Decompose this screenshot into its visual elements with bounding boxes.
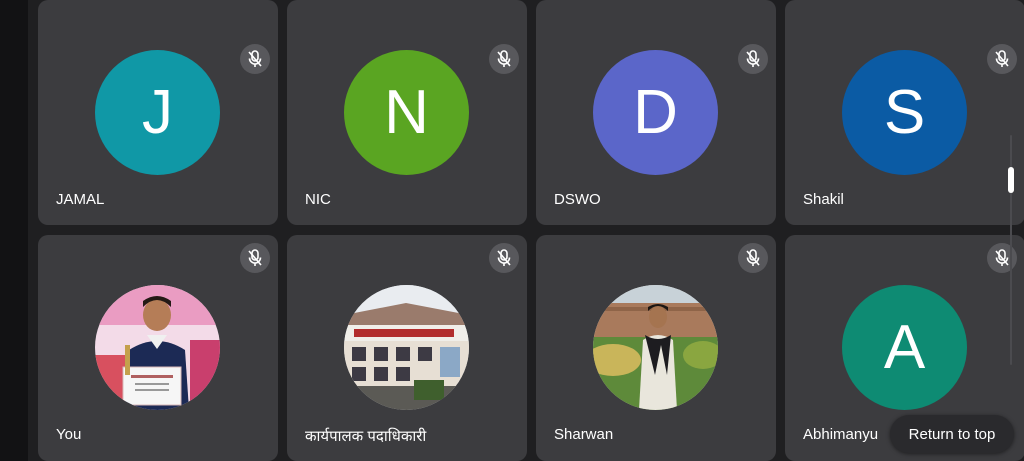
mic-off-icon xyxy=(987,44,1017,74)
mic-off-icon xyxy=(240,44,270,74)
participant-tile-jamal[interactable]: J JAMAL xyxy=(38,0,278,225)
participant-name: कार्यपालक पदाधिकारी xyxy=(305,428,427,445)
scrollbar-thumb[interactable] xyxy=(1008,167,1014,193)
mic-off-icon xyxy=(738,243,768,273)
mic-off-icon xyxy=(489,243,519,273)
avatar: D xyxy=(593,50,718,175)
participant-name: JAMAL xyxy=(56,191,105,208)
participant-name: Sharwan xyxy=(554,426,614,443)
avatar: N xyxy=(344,50,469,175)
avatar: S xyxy=(842,50,967,175)
participant-tile-karyapalak[interactable]: कार्यपालक पदाधिकारी xyxy=(287,235,527,461)
participant-name: DSWO xyxy=(554,191,601,208)
avatar: J xyxy=(95,50,220,175)
avatar-initial: J xyxy=(142,77,173,147)
participant-tile-nic[interactable]: N NIC xyxy=(287,0,527,225)
avatar-photo xyxy=(593,285,718,410)
return-to-top-button[interactable]: Return to top xyxy=(890,415,1014,453)
participant-name: Abhimanyu xyxy=(803,426,879,443)
participant-name: Shakil xyxy=(803,191,844,208)
avatar: A xyxy=(842,285,967,410)
participant-name: NIC xyxy=(305,191,331,208)
scrollbar[interactable] xyxy=(1008,135,1014,365)
participant-tile-you[interactable]: You xyxy=(38,235,278,461)
participant-tile-shakil[interactable]: S Shakil xyxy=(785,0,1024,225)
left-edge xyxy=(0,0,28,461)
mic-off-icon xyxy=(738,44,768,74)
avatar-initial: A xyxy=(883,312,926,382)
avatar-photo xyxy=(95,285,220,410)
participant-tile-sharwan[interactable]: Sharwan xyxy=(536,235,776,461)
avatar-photo xyxy=(344,285,469,410)
avatar-initial: S xyxy=(883,77,926,147)
participant-tile-dswo[interactable]: D DSWO xyxy=(536,0,776,225)
mic-off-icon xyxy=(489,44,519,74)
avatar-initial: D xyxy=(633,77,678,147)
participant-name: You xyxy=(56,426,82,443)
avatar-initial: N xyxy=(384,77,429,147)
mic-off-icon xyxy=(240,243,270,273)
